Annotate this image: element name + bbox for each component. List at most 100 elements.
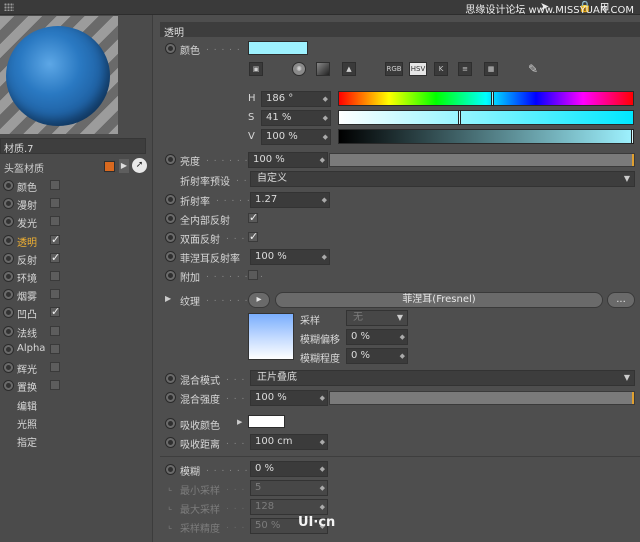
- additive-checkbox[interactable]: [248, 270, 258, 280]
- mix-strength-slider[interactable]: [329, 391, 635, 405]
- v-field[interactable]: 100 % ◆: [261, 129, 331, 145]
- saturation-handle[interactable]: [458, 110, 461, 125]
- channel-radio[interactable]: [3, 180, 14, 191]
- channel-label[interactable]: 凹凸: [17, 306, 37, 321]
- blur-scale-field[interactable]: 0 % ◆: [346, 348, 408, 364]
- absorption-color-anim-radio[interactable]: [165, 418, 176, 429]
- channel-label[interactable]: 颜色: [17, 179, 37, 194]
- brightness-anim-radio[interactable]: [165, 154, 176, 165]
- hue-slider[interactable]: [338, 91, 634, 106]
- sampling-dropdown[interactable]: 无 ▼: [346, 310, 408, 326]
- sidebar-item-edit[interactable]: 编辑: [17, 398, 37, 413]
- channel-item[interactable]: 烟雾: [0, 286, 150, 304]
- channel-item[interactable]: 反射 ✓: [0, 250, 150, 268]
- fresnel-refl-anim-radio[interactable]: [165, 251, 176, 262]
- channel-checkbox[interactable]: [50, 380, 60, 390]
- hsv-mode-button[interactable]: HSV: [409, 62, 427, 76]
- channel-radio[interactable]: [3, 216, 14, 227]
- channel-label[interactable]: 发光: [17, 215, 37, 230]
- swatches-icon[interactable]: ▦: [484, 62, 498, 76]
- channel-item[interactable]: 发光: [0, 213, 150, 231]
- channel-item[interactable]: 颜色: [0, 177, 150, 195]
- channel-item[interactable]: Alpha: [0, 341, 150, 359]
- mix-strength-anim-radio[interactable]: [165, 392, 176, 403]
- spectrum-icon[interactable]: [316, 62, 330, 76]
- channel-checkbox[interactable]: [50, 180, 60, 190]
- max-samples-field[interactable]: 128 ◆: [250, 499, 328, 515]
- tir-checkbox[interactable]: ✓: [248, 212, 258, 223]
- mix-mode-anim-radio[interactable]: [165, 373, 176, 384]
- brightness-slider[interactable]: [329, 153, 635, 167]
- channel-item[interactable]: 漫射: [0, 195, 150, 213]
- mix-strength-field[interactable]: 100 % ◆: [250, 390, 328, 406]
- double-sided-anim-radio[interactable]: [165, 232, 176, 243]
- channel-checkbox[interactable]: [50, 198, 60, 208]
- color-swatch[interactable]: [248, 41, 308, 55]
- ior-preset-dropdown[interactable]: 自定义 ▼: [250, 171, 635, 187]
- tir-anim-radio[interactable]: [165, 213, 176, 224]
- channel-label[interactable]: 环境: [17, 270, 37, 285]
- channel-label[interactable]: 辉光: [17, 361, 37, 376]
- saturation-slider[interactable]: [338, 110, 634, 125]
- channel-checkbox[interactable]: ✓: [50, 306, 60, 317]
- channel-checkbox[interactable]: [50, 289, 60, 299]
- channel-label[interactable]: 反射: [17, 252, 37, 267]
- h-field[interactable]: 186 ° ◆: [261, 91, 331, 107]
- channel-label[interactable]: 烟雾: [17, 288, 37, 303]
- channel-checkbox[interactable]: [50, 362, 60, 372]
- material-preview[interactable]: [0, 16, 118, 134]
- channel-radio[interactable]: [3, 362, 14, 373]
- absorption-distance-anim-radio[interactable]: [165, 437, 176, 448]
- mix-mode-dropdown[interactable]: 正片叠底 ▼: [250, 370, 635, 386]
- drag-grip-icon[interactable]: [4, 3, 14, 11]
- channel-item[interactable]: 辉光: [0, 359, 150, 377]
- channel-item[interactable]: 置换: [0, 377, 150, 395]
- additive-anim-radio[interactable]: [165, 270, 176, 281]
- channel-radio[interactable]: [3, 307, 14, 318]
- kelvin-mode-button[interactable]: K: [434, 62, 448, 76]
- absorption-distance-field[interactable]: 100 cm ◆: [250, 434, 328, 450]
- expand-arrow-icon[interactable]: ▶: [237, 418, 242, 426]
- channel-radio[interactable]: [3, 289, 14, 300]
- texture-menu-button[interactable]: ▸: [248, 292, 270, 308]
- channel-radio[interactable]: [3, 235, 14, 246]
- image-icon[interactable]: ▲: [342, 62, 356, 76]
- ior-anim-radio[interactable]: [165, 194, 176, 205]
- blur-field[interactable]: 0 % ◆: [250, 461, 328, 477]
- texture-shader-button[interactable]: 菲涅耳(Fresnel): [275, 292, 603, 308]
- channel-item[interactable]: 凹凸 ✓: [0, 304, 150, 322]
- channel-checkbox[interactable]: [50, 271, 60, 281]
- channel-checkbox[interactable]: ✓: [50, 234, 60, 245]
- min-samples-field[interactable]: 5 ◆: [250, 480, 328, 496]
- hue-handle[interactable]: [491, 91, 494, 106]
- absorption-color-swatch[interactable]: [248, 415, 285, 428]
- material-tag-swatch[interactable]: [104, 161, 115, 172]
- ior-field[interactable]: 1.27 ◆: [250, 192, 330, 208]
- eyedropper-icon[interactable]: ✎: [528, 62, 538, 76]
- channel-label[interactable]: 透明: [17, 234, 37, 249]
- channel-label[interactable]: 置换: [17, 379, 37, 394]
- channel-label[interactable]: Alpha: [17, 343, 45, 354]
- value-handle[interactable]: [631, 129, 634, 144]
- channel-radio[interactable]: [3, 198, 14, 209]
- channel-checkbox[interactable]: ✓: [50, 252, 60, 263]
- channel-radio[interactable]: [3, 271, 14, 282]
- channel-radio[interactable]: [3, 344, 14, 355]
- channel-checkbox[interactable]: [50, 344, 60, 354]
- blur-anim-radio[interactable]: [165, 464, 176, 475]
- section-header[interactable]: [160, 22, 640, 37]
- pick-cursor-icon[interactable]: ➚: [132, 158, 147, 173]
- color-wheel-icon[interactable]: ✺: [292, 62, 306, 76]
- channel-label[interactable]: 漫射: [17, 197, 37, 212]
- channel-radio[interactable]: [3, 380, 14, 391]
- s-field[interactable]: 41 % ◆: [261, 110, 331, 126]
- color-anim-radio[interactable]: [165, 43, 176, 54]
- channel-label[interactable]: 法线: [17, 325, 37, 340]
- channel-checkbox[interactable]: [50, 216, 60, 226]
- mixer-icon[interactable]: ≡: [458, 62, 472, 76]
- channel-item[interactable]: 法线: [0, 323, 150, 341]
- channel-radio[interactable]: [3, 326, 14, 337]
- brightness-field[interactable]: 100 % ◆: [248, 152, 328, 168]
- expand-arrow-icon[interactable]: ▶: [165, 294, 171, 303]
- channel-item[interactable]: 环境: [0, 268, 150, 286]
